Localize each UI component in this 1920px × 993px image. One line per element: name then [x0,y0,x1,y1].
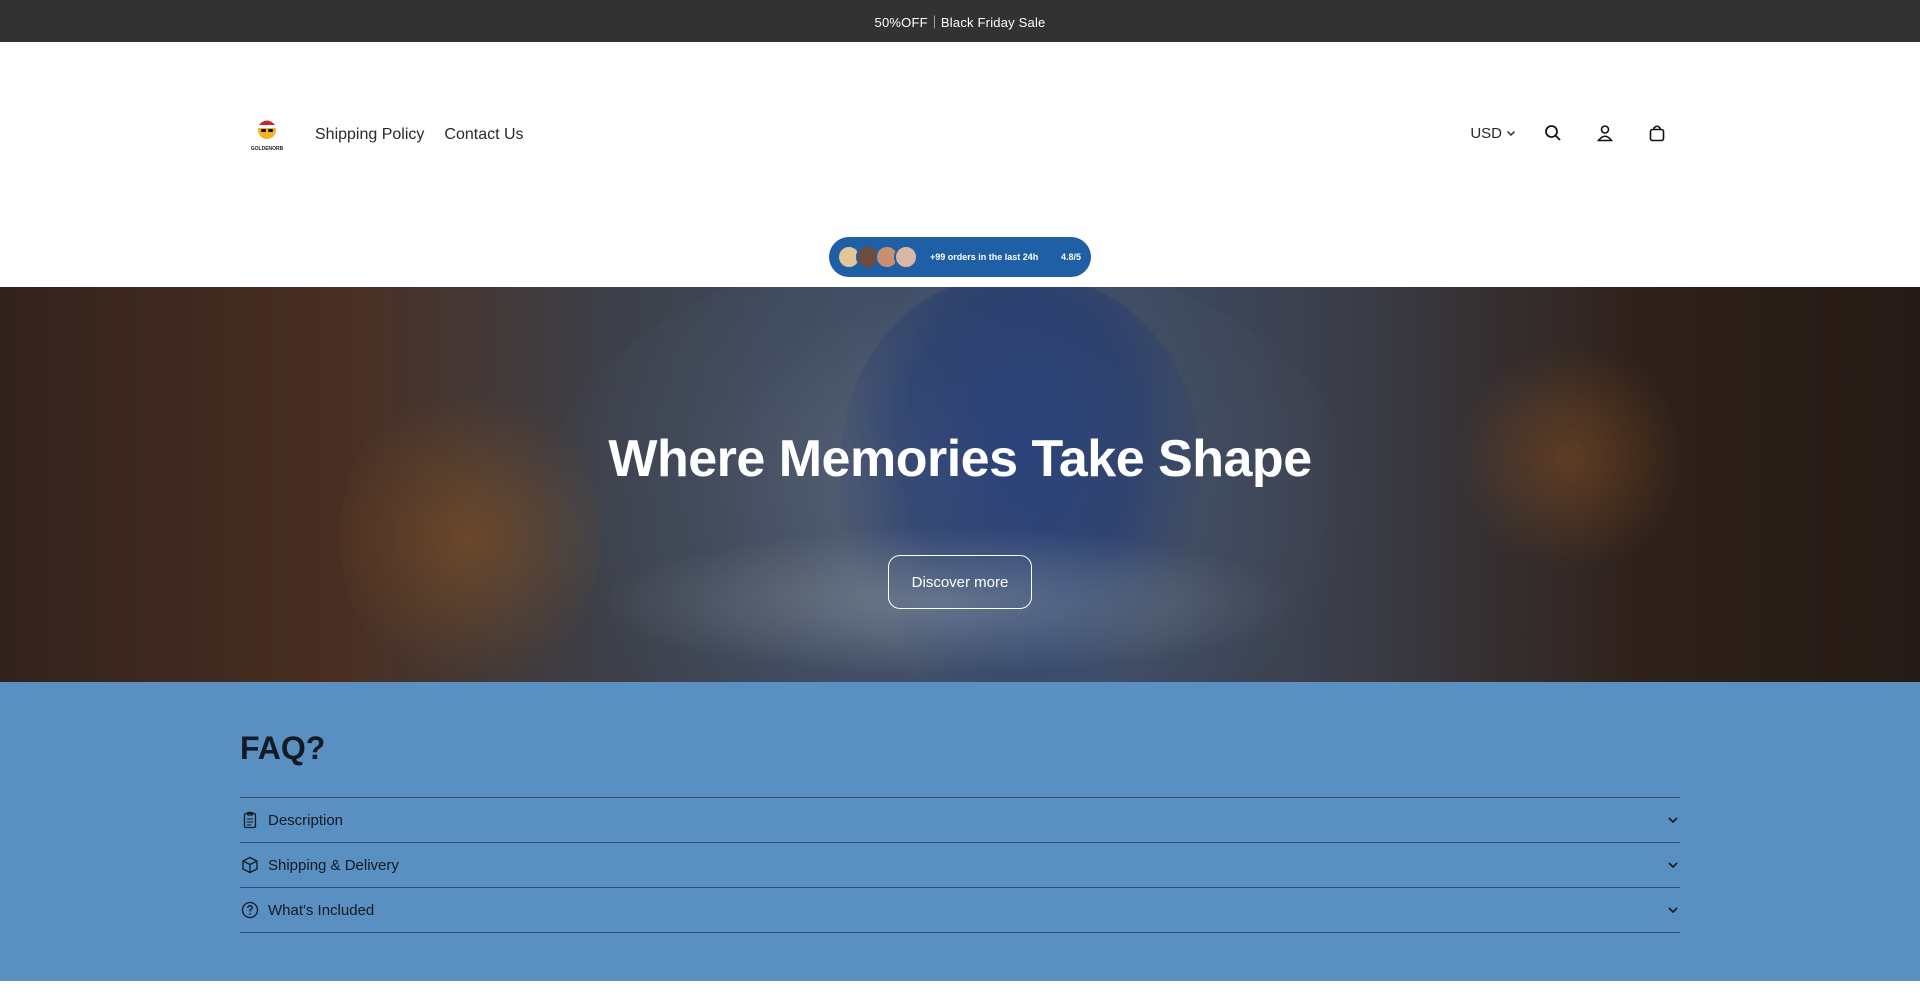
announcement-text: 50%OFF｜Black Friday Sale [874,14,1046,30]
orders-count-text: +99 orders in the last 24h [930,252,1039,262]
question-circle-icon [240,900,260,920]
discover-more-button[interactable]: Discover more [888,555,1032,609]
faq-accordion: Description Shipping & Delivery What's I… [240,797,1680,933]
faq-item-shipping-delivery[interactable]: Shipping & Delivery [240,843,1680,888]
faq-item-whats-included[interactable]: What's Included [240,888,1680,933]
site-header: GOLDENORB Shipping Policy Contact Us USD [0,42,1920,229]
social-proof-badge: +99 orders in the last 24h 4.8/5 [829,237,1091,277]
logo-icon [257,120,278,139]
cart-button[interactable] [1644,120,1670,146]
faq-item-label: What's Included [268,901,375,919]
header-actions: USD [1470,120,1670,146]
customer-avatars [837,245,918,269]
account-button[interactable] [1592,120,1618,146]
hero-title: Where Memories Take Shape [608,430,1312,488]
faq-item-label: Shipping & Delivery [268,856,399,874]
announcement-bar: 50%OFF｜Black Friday Sale [0,0,1920,42]
chevron-down-icon [1666,903,1680,917]
chevron-down-icon [1506,130,1516,137]
faq-item-description[interactable]: Description [240,798,1680,843]
store-logo[interactable]: GOLDENORB [240,104,294,158]
hero-banner: Where Memories Take Shape Discover more [0,287,1920,682]
chevron-down-icon [1666,813,1680,827]
faq-title: FAQ? [240,730,326,766]
currency-label: USD [1470,124,1502,142]
nav-shipping-policy[interactable]: Shipping Policy [315,126,424,144]
search-button[interactable] [1540,120,1566,146]
currency-selector[interactable]: USD [1470,125,1516,142]
page-footer-edge [0,981,1920,993]
nav-contact-us[interactable]: Contact Us [444,126,523,144]
box-icon [240,855,260,875]
faq-item-label: Description [268,811,344,829]
chevron-down-icon [1666,858,1680,872]
clipboard-icon [240,810,260,830]
faq-section: FAQ? Description Shipping & Delivery Wha… [0,682,1920,981]
avatar [894,245,918,269]
rating-text: 4.8/5 [1060,252,1081,262]
search-icon [1545,125,1561,141]
logo-text: GOLDENORB [250,146,284,152]
cart-icon [1649,125,1665,142]
account-icon [1596,125,1614,142]
main-nav: Shipping Policy Contact Us [315,126,524,144]
